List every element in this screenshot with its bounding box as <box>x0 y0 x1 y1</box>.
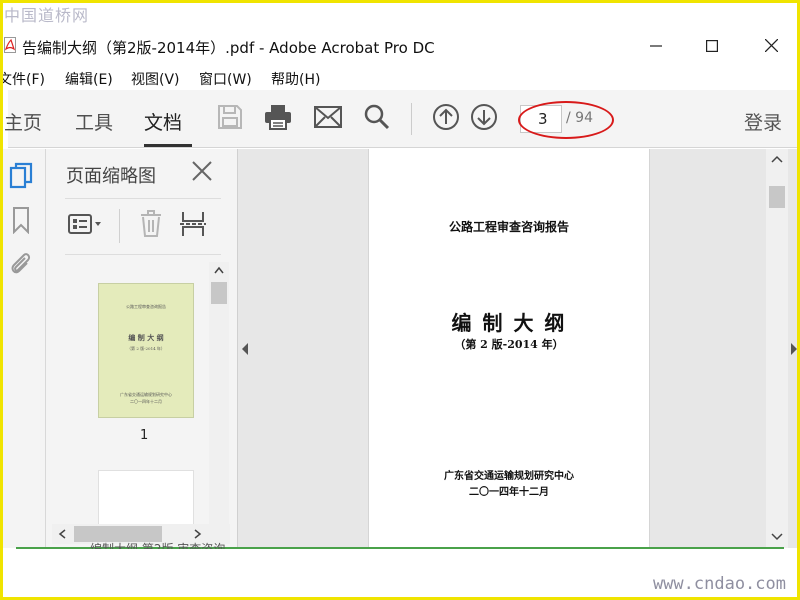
scroll-up-arrow-icon[interactable] <box>771 155 783 163</box>
close-icon <box>764 37 778 56</box>
page-thumbnail-1[interactable]: 公路工程审查咨询报告 编 制 大 纲 （第 2 版-2014 年） 广东省交通运… <box>98 283 194 418</box>
maximize-button[interactable] <box>696 34 728 58</box>
tab-tools[interactable]: 工具 <box>75 108 113 135</box>
bookmark-icon <box>11 206 31 238</box>
next-page-button[interactable] <box>469 104 499 134</box>
toolbar-separator <box>411 103 412 135</box>
split-pages-button[interactable] <box>178 209 208 243</box>
panel-title: 页面缩略图 <box>66 166 156 187</box>
main-toolbar: 主页 工具 文档 3 / 94 登录 <box>4 90 800 148</box>
menu-edit[interactable]: 编辑(E) <box>65 69 113 89</box>
navigation-rail <box>0 149 46 548</box>
main-title: 编 制 大 纲 <box>451 311 567 335</box>
bookmarks-button[interactable] <box>8 207 34 237</box>
scroll-up-arrow-icon[interactable] <box>214 266 224 274</box>
thumbnail-options-icon <box>68 213 104 239</box>
arrow-up-icon <box>432 103 460 135</box>
maximize-icon <box>706 37 719 56</box>
thumbnail-text: 广东省交通运输规划研究中心 <box>120 392 172 397</box>
title-bar: 告编制大纲（第2版-2014年）.pdf - Adobe Acrobat Pro… <box>0 28 800 62</box>
thumbnail-vertical-scrollbar[interactable] <box>209 262 229 524</box>
mail-icon <box>314 106 342 132</box>
search-button[interactable] <box>362 104 392 134</box>
scrollbar-thumb[interactable] <box>211 282 227 304</box>
scrollbar-thumb[interactable] <box>769 186 785 208</box>
close-window-button[interactable] <box>755 34 787 58</box>
collapse-left-pane-button[interactable] <box>238 339 252 359</box>
edition-label: （第 2 版-2014 年） <box>454 338 564 351</box>
thumbnail-text: 公路工程审查咨询报告 <box>126 304 166 309</box>
pdf-page: 公路工程审查咨询报告 编 制 大 纲 （第 2 版-2014 年） 广东省交通运… <box>368 149 650 548</box>
print-button[interactable] <box>263 104 293 134</box>
active-tab-indicator <box>144 144 192 147</box>
menu-view[interactable]: 视图(V) <box>131 69 180 89</box>
window-title: 告编制大纲（第2版-2014年）.pdf - Adobe Acrobat Pro… <box>22 39 435 57</box>
page-thumbnail-2[interactable] <box>98 470 194 528</box>
arrow-down-icon <box>470 103 498 135</box>
scroll-right-arrow-icon[interactable] <box>194 529 202 539</box>
search-icon <box>364 104 390 134</box>
collapse-right-pane-button[interactable] <box>788 339 800 359</box>
previous-page-button[interactable] <box>431 104 461 134</box>
menu-file[interactable]: 文件(F) <box>0 69 45 89</box>
highlight-annotation-ellipse <box>518 101 614 139</box>
tab-home[interactable]: 主页 <box>4 108 42 135</box>
scroll-left-arrow-icon[interactable] <box>58 529 66 539</box>
report-title: 公路工程审查咨询报告 <box>448 220 569 234</box>
page-thumbnails-panel: 页面缩略图 公路工程审查咨询报告 编 制 大 纲 （第 2 版-2014 年） … <box>46 149 238 548</box>
document-view[interactable]: 公路工程审查咨询报告 编 制 大 纲 （第 2 版-2014 年） 广东省交通运… <box>238 149 800 548</box>
cropped-bottom-text: 编制大纲 第2版 审查咨询 <box>90 542 226 549</box>
save-button[interactable] <box>215 104 245 134</box>
thumbnail-text: 编 制 大 纲 <box>128 333 164 342</box>
watermark-bottom: www.cndao.com <box>652 574 786 594</box>
document-vertical-scrollbar[interactable] <box>766 149 788 548</box>
print-icon <box>264 104 292 134</box>
panel-tool-separator <box>119 209 120 243</box>
menu-help[interactable]: 帮助(H) <box>271 69 320 89</box>
chevron-left-icon <box>242 343 248 355</box>
close-icon <box>192 161 212 185</box>
organization-name: 广东省交通运输规划研究中心 <box>444 471 574 482</box>
minimize-icon <box>650 37 662 56</box>
thumbnail-text: （第 2 版-2014 年） <box>127 346 165 351</box>
scrollbar-thumb[interactable] <box>74 526 162 542</box>
tab-document[interactable]: 文档 <box>144 108 182 135</box>
page-thumbnails-button[interactable] <box>8 162 34 194</box>
panel-divider <box>65 198 221 199</box>
page-split-icon <box>180 210 206 242</box>
page-thumbnails-icon <box>9 162 33 194</box>
attachments-button[interactable] <box>8 251 34 281</box>
watermark-top: 中国道桥网 <box>4 6 90 25</box>
thumbnail-page-number: 1 <box>140 428 149 443</box>
attachment-icon <box>10 251 32 281</box>
delete-pages-button[interactable] <box>136 209 166 243</box>
save-icon <box>217 104 243 134</box>
sign-in-link[interactable]: 登录 <box>744 108 782 135</box>
thumbnail-text: 二〇一四年十二月 <box>130 399 162 404</box>
thumbnail-options-button[interactable] <box>66 209 106 243</box>
scroll-down-arrow-icon[interactable] <box>771 533 783 541</box>
menu-bar: 文件(F) 编辑(E) 视图(V) 窗口(W) 帮助(H) <box>0 64 800 90</box>
chevron-right-icon <box>791 343 797 355</box>
panel-divider <box>65 254 221 255</box>
email-button[interactable] <box>313 104 343 134</box>
panel-close-button[interactable] <box>189 160 215 186</box>
publish-date: 二〇一四年十二月 <box>469 487 549 498</box>
pdf-file-icon <box>4 37 16 53</box>
delete-icon <box>139 210 163 242</box>
menu-window[interactable]: 窗口(W) <box>199 69 252 89</box>
minimize-button[interactable] <box>640 34 672 58</box>
